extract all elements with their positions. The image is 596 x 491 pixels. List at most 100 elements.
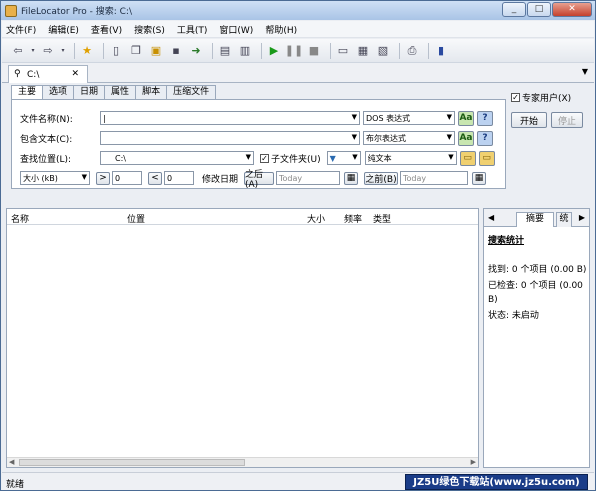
search-criteria-panel: 主要 选项 日期 属性 脚本 压缩文件 文件名称(N): | ▼ DOS 表达式 ▼… (6, 85, 506, 197)
status-text: 就绪 (6, 480, 25, 490)
criteria-tabs: 主要 选项 日期 属性 脚本 压缩文件 (11, 85, 217, 100)
favorites-star-icon[interactable]: ★ (79, 43, 95, 59)
scroll-right-icon[interactable]: ▶ (471, 458, 476, 466)
before-date-value: Today (403, 173, 427, 183)
menu-window[interactable]: 窗口(W) (219, 23, 253, 36)
results-header: 名称 位置 大小 频率 类型 (7, 209, 478, 225)
help-button[interactable]: ? (477, 130, 493, 146)
text-mode-select[interactable]: 纯文本 ▼ (364, 151, 457, 165)
back-icon[interactable]: ⇦ (10, 43, 26, 59)
column-type[interactable]: 类型 (373, 212, 391, 225)
match-case-button[interactable]: Aa (458, 130, 474, 146)
dropdown-icon[interactable]: ▾ (30, 43, 36, 59)
report-icon[interactable]: ▧ (375, 43, 391, 59)
print-icon[interactable]: ⎙ (404, 43, 420, 59)
tab-menu-chevron-icon[interactable]: ▼ (582, 67, 588, 76)
chevron-down-icon: ▼ (351, 113, 357, 121)
close-button[interactable]: ✕ (552, 2, 592, 17)
menu-tools[interactable]: 工具(T) (177, 23, 208, 36)
filter-select[interactable]: ▼ ▼ (326, 151, 361, 165)
menu-search[interactable]: 搜索(S) (134, 23, 165, 36)
page-icon[interactable]: ▤ (217, 43, 233, 59)
column-frequency[interactable]: 频率 (344, 212, 362, 225)
folders-icon[interactable]: ▭ (478, 150, 495, 166)
tab-scroll-right-icon[interactable]: ▶ (579, 213, 585, 222)
tab-date[interactable]: 日期 (73, 85, 106, 99)
browse-folder-icon[interactable]: ▭ (459, 150, 476, 166)
menu-edit[interactable]: 编辑(E) (48, 23, 79, 36)
stop-button[interactable]: 停止 (551, 112, 583, 128)
tab-scroll-left-icon[interactable]: ◀ (488, 213, 494, 222)
tab-statistics[interactable]: 统 (556, 212, 572, 227)
expert-user-checkbox[interactable]: ✓ 专家用户(X) (511, 91, 591, 104)
search-controls: ✓ 专家用户(X) 开始 停止 (511, 85, 591, 128)
new-document-icon[interactable]: ▯ (108, 43, 124, 59)
size-max-input[interactable]: 0 (164, 171, 194, 185)
menu-file[interactable]: 文件(F) (6, 23, 36, 36)
save-icon[interactable]: ▪ (168, 43, 184, 59)
tab-options[interactable]: 选项 (42, 85, 75, 99)
forward-icon[interactable]: ⇨ (40, 43, 56, 59)
after-button[interactable]: 之后(A) (244, 170, 274, 190)
subfolders-checkbox[interactable]: ✓ 子文件夹(U) (260, 152, 321, 165)
filename-mode-select[interactable]: DOS 表达式 ▼ (363, 111, 455, 125)
tab-main[interactable]: 主要 (11, 85, 44, 100)
app-window: FileLocator Pro - 搜索: C:\ _ □ ✕ 文件(F) 编辑… (0, 0, 596, 491)
chevron-down-icon: ▼ (446, 113, 452, 121)
modified-date-label: 修改日期 (202, 174, 239, 185)
after-date-input[interactable]: Today (276, 171, 340, 185)
export-icon[interactable]: ➜ (188, 43, 204, 59)
maximize-button[interactable]: □ (527, 2, 551, 17)
book-icon[interactable]: ▮ (433, 43, 449, 59)
location-input[interactable]: C:\ ▼ (100, 151, 254, 165)
stop-icon[interactable]: ■ (306, 43, 322, 59)
before-date-input[interactable]: Today (400, 171, 468, 185)
scroll-thumb[interactable] (19, 459, 245, 466)
match-case-button[interactable]: Aa (458, 110, 474, 126)
help-button[interactable]: ? (477, 110, 493, 126)
toolbar-separator (212, 42, 213, 59)
calendar-icon[interactable]: ▦ (472, 171, 486, 185)
page-edit-icon[interactable]: ▥ (237, 43, 253, 59)
size-min-input[interactable]: 0 (112, 171, 142, 185)
lock-icon[interactable]: ▣ (148, 43, 164, 59)
results-list[interactable]: 名称 位置 大小 频率 类型 ◀ ▶ (6, 208, 479, 468)
column-name[interactable]: 名称 (11, 212, 29, 225)
calendar-icon[interactable]: ▦ (344, 171, 358, 185)
toolbar-separator (399, 42, 400, 59)
content-mode-select[interactable]: 布尔表达式 ▼ (363, 131, 455, 145)
dropdown-icon[interactable]: ▾ (60, 43, 66, 59)
pause-icon[interactable]: ❚❚ (285, 43, 303, 59)
menu-bar: 文件(F) 编辑(E) 查看(V) 搜索(S) 工具(T) 窗口(W) 帮助(H… (2, 21, 594, 38)
content-input[interactable]: ▼ (100, 131, 360, 145)
chevron-down-icon: ▼ (448, 153, 454, 161)
window-title: FileLocator Pro - 搜索: C:\ (21, 7, 132, 17)
play-icon[interactable]: ▶ (266, 43, 282, 59)
tab-attributes[interactable]: 属性 (104, 85, 137, 99)
tab-archives[interactable]: 压缩文件 (166, 85, 217, 99)
magnifier-icon: ⚲ (14, 69, 21, 79)
filename-row: 文件名称(N): | ▼ DOS 表达式 ▼ Aa ? (20, 110, 493, 126)
window-icon[interactable]: ▭ (335, 43, 351, 59)
minimize-button[interactable]: _ (502, 2, 526, 17)
close-tab-icon[interactable]: ✕ (71, 69, 79, 79)
column-location[interactable]: 位置 (127, 212, 145, 225)
copy-document-icon[interactable]: ❐ (128, 43, 144, 59)
before-button[interactable]: 之前(B) (364, 171, 398, 185)
layout-icon[interactable]: ▦ (355, 43, 371, 59)
size-unit-select[interactable]: 大小 (kB) ▼ (20, 171, 90, 185)
tab-summary[interactable]: 摘要 (516, 212, 554, 227)
size-less-button[interactable]: < (148, 171, 162, 185)
column-size[interactable]: 大小 (307, 212, 325, 225)
filename-input[interactable]: | ▼ (100, 111, 360, 125)
size-date-row: 大小 (kB) ▼ > 0 < 0 修改日期 之后(A) Today ▦ 之前(B… (20, 170, 486, 190)
size-greater-button[interactable]: > (96, 171, 110, 185)
horizontal-scrollbar[interactable]: ◀ ▶ (7, 457, 478, 467)
menu-view[interactable]: 查看(V) (91, 23, 122, 36)
tab-script[interactable]: 脚本 (135, 85, 168, 99)
tab-search-c[interactable]: ⚲ C:\ ✕ (8, 65, 88, 83)
scroll-left-icon[interactable]: ◀ (9, 458, 14, 466)
start-button[interactable]: 开始 (511, 112, 547, 128)
size-max-value: 0 (167, 173, 173, 183)
menu-help[interactable]: 帮助(H) (265, 23, 297, 36)
